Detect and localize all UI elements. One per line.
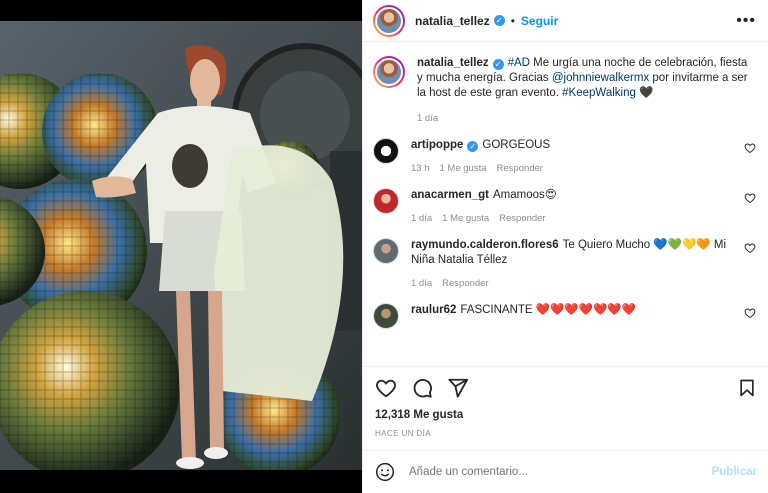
bookmark-icon[interactable] (737, 377, 757, 399)
post-header: natalia_tellez ✓ • Seguir ••• (363, 0, 768, 42)
caption-username[interactable]: natalia_tellez (417, 57, 489, 69)
comment-text: artipoppe ✓ GORGEOUS (411, 138, 732, 153)
caption-text: natalia_tellez ✓ #AD Me urgía una noche de… (417, 56, 756, 101)
comment-body: Amamoos😍 (492, 189, 557, 201)
hashtag-keepwalking[interactable]: #KeepWalking (562, 87, 636, 99)
share-icon[interactable] (447, 377, 469, 399)
author-username[interactable]: natalia_tellez (415, 14, 490, 28)
reply-button[interactable]: Responder (442, 278, 488, 289)
post-photo[interactable] (0, 21, 362, 470)
comment-time[interactable]: 1 día (411, 213, 432, 224)
commenter-avatar[interactable] (373, 188, 399, 214)
post-actions: 12,318 Me gusta HACE UN DÍA (363, 366, 768, 438)
heart-icon[interactable] (744, 142, 756, 154)
comment-item: artipoppe ✓ GORGEOUS 13 h 1 Me gusta Respo… (373, 124, 756, 174)
comment-item: anacarmen_gt Amamoos😍 1 día 1 Me gusta Re… (373, 174, 756, 224)
comment-username[interactable]: anacarmen_gt (411, 189, 489, 201)
commenter-avatar[interactable] (373, 238, 399, 264)
reply-button[interactable]: Responder (499, 213, 545, 224)
emoji-icon[interactable] (375, 462, 395, 482)
comment-likes[interactable]: 1 Me gusta (442, 213, 489, 224)
caption-emoji: 🖤 (639, 87, 654, 99)
post-side-panel: natalia_tellez ✓ • Seguir ••• natalia_te… (362, 0, 768, 493)
separator-dot: • (510, 13, 515, 28)
post-time-ago[interactable]: HACE UN DÍA (375, 429, 757, 438)
comment-likes[interactable]: 1 Me gusta (440, 163, 487, 174)
comment-time[interactable]: 1 día (411, 278, 432, 289)
caption: natalia_tellez ✓ #AD Me urgía una noche de… (373, 42, 756, 124)
caption-time[interactable]: 1 día (417, 113, 438, 124)
hashtag-ad[interactable]: #AD (508, 57, 530, 69)
likes-count[interactable]: 12,318 Me gusta (375, 409, 757, 421)
verified-badge-icon: ✓ (492, 59, 504, 70)
more-horizontal-icon[interactable]: ••• (736, 12, 756, 30)
comment-item: raymundo.calderon.flores6 Te Quiero Mucho… (373, 224, 756, 289)
comment-body: FASCINANTE ❤️❤️❤️❤️❤️❤️❤️ (460, 304, 637, 316)
post-modal: natalia_tellez ✓ • Seguir ••• natalia_te… (0, 0, 768, 493)
comments-list[interactable]: natalia_tellez ✓ #AD Me urgía una noche de… (363, 42, 768, 360)
add-comment-bar: Publicar (363, 450, 768, 493)
comment-text: anacarmen_gt Amamoos😍 (411, 188, 732, 203)
reply-button[interactable]: Responder (497, 163, 543, 174)
comment-text: raymundo.calderon.flores6 Te Quiero Mucho… (411, 238, 732, 268)
commenter-avatar[interactable] (373, 303, 399, 329)
heart-icon[interactable] (375, 377, 397, 399)
comment-text: raulur62 FASCINANTE ❤️❤️❤️❤️❤️❤️❤️ (411, 303, 732, 318)
author-avatar[interactable] (373, 4, 405, 37)
heart-icon[interactable] (744, 192, 756, 204)
verified-badge-icon: ✓ (467, 141, 479, 152)
heart-icon[interactable] (744, 307, 756, 319)
caption-avatar[interactable] (373, 56, 405, 88)
verified-badge-icon: ✓ (493, 15, 505, 26)
comment-input[interactable] (409, 466, 712, 478)
comment-item: raulur62 FASCINANTE ❤️❤️❤️❤️❤️❤️❤️ (373, 289, 756, 329)
commenter-avatar[interactable] (373, 138, 399, 164)
follow-button[interactable]: Seguir (521, 14, 558, 28)
comment-body: GORGEOUS (482, 139, 551, 151)
comment-icon[interactable] (411, 377, 433, 399)
comment-username[interactable]: raymundo.calderon.flores6 (411, 239, 559, 251)
comment-time[interactable]: 13 h (411, 163, 430, 174)
comment-username[interactable]: raulur62 (411, 304, 456, 316)
heart-icon[interactable] (744, 242, 756, 254)
comment-username[interactable]: artipoppe (411, 139, 463, 151)
publish-button[interactable]: Publicar (712, 466, 757, 478)
post-image (0, 21, 362, 470)
mention-link[interactable]: @johnniewalkermx (552, 72, 649, 84)
